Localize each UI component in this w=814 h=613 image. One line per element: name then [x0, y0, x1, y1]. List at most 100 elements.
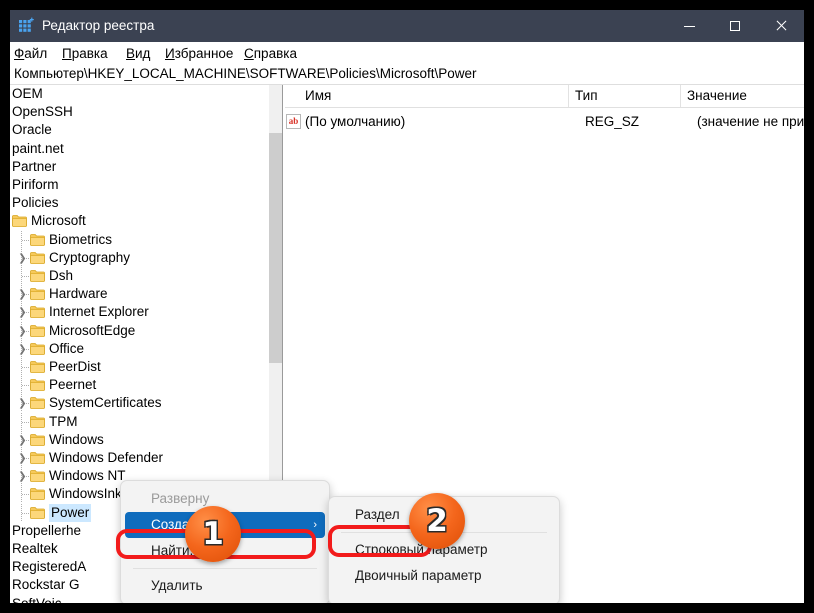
- menu-item-избранное[interactable]: Избранное: [165, 45, 233, 62]
- value-type: REG_SZ: [585, 114, 640, 129]
- tree-item-label: Internet Explorer: [49, 304, 149, 320]
- tree-item[interactable]: TPM: [10, 412, 268, 431]
- ab-string-icon: ab: [286, 114, 301, 129]
- minimize-button[interactable]: [666, 10, 712, 42]
- tree-item-label: Piriform: [12, 177, 59, 192]
- tree-item-label: SystemCertificates: [49, 395, 162, 411]
- tree-item[interactable]: Partner: [10, 158, 268, 176]
- context-menu-item-label: Создать: [151, 517, 203, 532]
- tree-item-label: OEM: [12, 86, 43, 101]
- menu-item-вид[interactable]: Вид: [126, 45, 150, 62]
- menu-item-accel: И: [165, 46, 175, 61]
- submenu-item-binary-value[interactable]: Двоичный параметр: [333, 563, 555, 589]
- context-menu-item-label: Удалить: [151, 578, 203, 593]
- address-bar[interactable]: Компьютер\HKEY_LOCAL_MACHINE\SOFTWARE\Po…: [10, 64, 804, 85]
- context-menu-item-new[interactable]: Создать ›: [125, 512, 325, 538]
- folder-icon: [30, 379, 45, 392]
- chevron-right-icon[interactable]: ❯: [17, 435, 28, 446]
- menu-item-label: збранное: [174, 46, 234, 61]
- folder-icon: [30, 470, 45, 483]
- tree-item-label: Microsoft: [31, 213, 86, 229]
- tree-scrollbar-thumb[interactable]: [269, 133, 283, 363]
- tree-item-label: Rockstar G: [12, 577, 80, 593]
- folder-icon: [30, 270, 45, 282]
- chevron-right-icon[interactable]: ❯: [17, 471, 28, 482]
- registry-grid-icon: [18, 17, 36, 35]
- menu-item-label: равка: [71, 46, 108, 61]
- registry-editor-window: Редактор реестра Файл Правка Вид Избранное С…: [10, 10, 804, 603]
- submenu-item-key[interactable]: Раздел: [333, 502, 555, 528]
- tree-item[interactable]: ❯ MicrosoftEdge: [10, 321, 268, 340]
- minimize-icon: [683, 25, 695, 27]
- folder-icon: [30, 324, 45, 337]
- tree-item-label: Realtek: [12, 541, 58, 556]
- tree-item[interactable]: paint.net: [10, 140, 268, 158]
- tree-item[interactable]: ❯ Office: [10, 339, 268, 358]
- chevron-right-icon[interactable]: ❯: [17, 344, 28, 355]
- tree-item[interactable]: ❯ Windows: [10, 430, 268, 449]
- folder-icon: [30, 452, 45, 464]
- tree-item-label: Office: [49, 340, 85, 356]
- tree-item-label: Oracle: [12, 122, 52, 138]
- folder-icon: [30, 506, 45, 519]
- tree-item-label: Partner: [12, 158, 57, 174]
- submenu-item-label: Строковый параметр: [355, 542, 488, 557]
- close-button[interactable]: [758, 10, 804, 42]
- maximize-button[interactable]: [712, 10, 758, 42]
- folder-icon: [30, 415, 45, 428]
- chevron-right-icon[interactable]: ❯: [17, 398, 28, 409]
- tree-connector-line: [22, 276, 29, 277]
- menu-item-правка[interactable]: Правка: [62, 45, 108, 62]
- context-menu-item-label: Разверну: [151, 491, 210, 506]
- chevron-right-icon[interactable]: ❯: [17, 289, 28, 300]
- tree-item-label: Dsh: [49, 268, 74, 283]
- folder-icon: [30, 233, 45, 246]
- column-header-type[interactable]: Тип: [568, 85, 680, 107]
- menu-item-файл[interactable]: Файл: [14, 45, 47, 62]
- chevron-right-icon[interactable]: ❯: [17, 326, 28, 337]
- chevron-right-icon[interactable]: ❯: [17, 453, 28, 464]
- tree-item-label: OpenSSH: [12, 104, 73, 120]
- column-header-name[interactable]: Имя: [285, 85, 568, 107]
- column-header-label: Значение: [687, 88, 747, 103]
- tree-item[interactable]: Policies: [10, 194, 268, 212]
- menu-item-справка[interactable]: Справка: [244, 45, 297, 62]
- tree-item[interactable]: Dsh: [10, 267, 268, 285]
- chevron-right-icon[interactable]: ❯: [17, 253, 28, 264]
- tree-item-label: Policies: [12, 195, 59, 211]
- tree-item[interactable]: Biometrics: [10, 230, 268, 249]
- chevron-right-icon[interactable]: ❯: [17, 307, 28, 318]
- context-menu[interactable]: Разверну Создать › Найти... Удалить: [120, 480, 330, 603]
- tree-item-label: paint.net: [12, 140, 64, 156]
- tree-item[interactable]: Peernet: [10, 376, 268, 395]
- tree-item[interactable]: ❯ Hardware: [10, 285, 268, 304]
- tree-item[interactable]: Piriform: [10, 176, 268, 194]
- tree-item-label: Biometrics: [49, 231, 113, 247]
- tree-item-label: Hardware: [49, 286, 108, 302]
- column-header-value[interactable]: Значение: [680, 85, 804, 107]
- context-menu-item-delete[interactable]: Удалить: [125, 573, 325, 599]
- tree-connector-line: [22, 512, 29, 514]
- tree-item[interactable]: Microsoft: [10, 212, 268, 230]
- context-submenu[interactable]: Раздел Строковый параметр Двоичный парамет…: [328, 496, 560, 603]
- tree-item[interactable]: PeerDist: [10, 358, 268, 376]
- tree-item-label: Windows Defender: [49, 450, 164, 465]
- tree-item[interactable]: ❯ Windows Defender: [10, 449, 268, 467]
- menu-item-label: айл: [24, 46, 48, 61]
- tree-item[interactable]: ❯ Internet Explorer: [10, 303, 268, 322]
- tree-item[interactable]: OEM: [10, 85, 268, 103]
- tree-item-label: RegisteredA: [12, 559, 87, 575]
- menu-bar: Файл Правка Вид Избранное Справка: [10, 42, 804, 64]
- folder-icon: [30, 488, 45, 501]
- value-row[interactable]: ab (По умолчанию) REG_SZ (значение не присв: [285, 112, 804, 132]
- context-menu-item-find[interactable]: Найти...: [125, 538, 325, 564]
- folder-icon: [30, 306, 45, 319]
- tree-item[interactable]: OpenSSH: [10, 103, 268, 121]
- tree-item[interactable]: Oracle: [10, 121, 268, 139]
- context-menu-item-expand[interactable]: Разверну: [125, 486, 325, 512]
- folder-icon: [12, 215, 27, 228]
- tree-item[interactable]: ❯ SystemCertificates: [10, 394, 268, 413]
- tree-item[interactable]: ❯ Cryptography: [10, 248, 268, 267]
- submenu-item-string-value[interactable]: Строковый параметр: [333, 537, 555, 563]
- chevron-right-icon: ›: [313, 519, 317, 531]
